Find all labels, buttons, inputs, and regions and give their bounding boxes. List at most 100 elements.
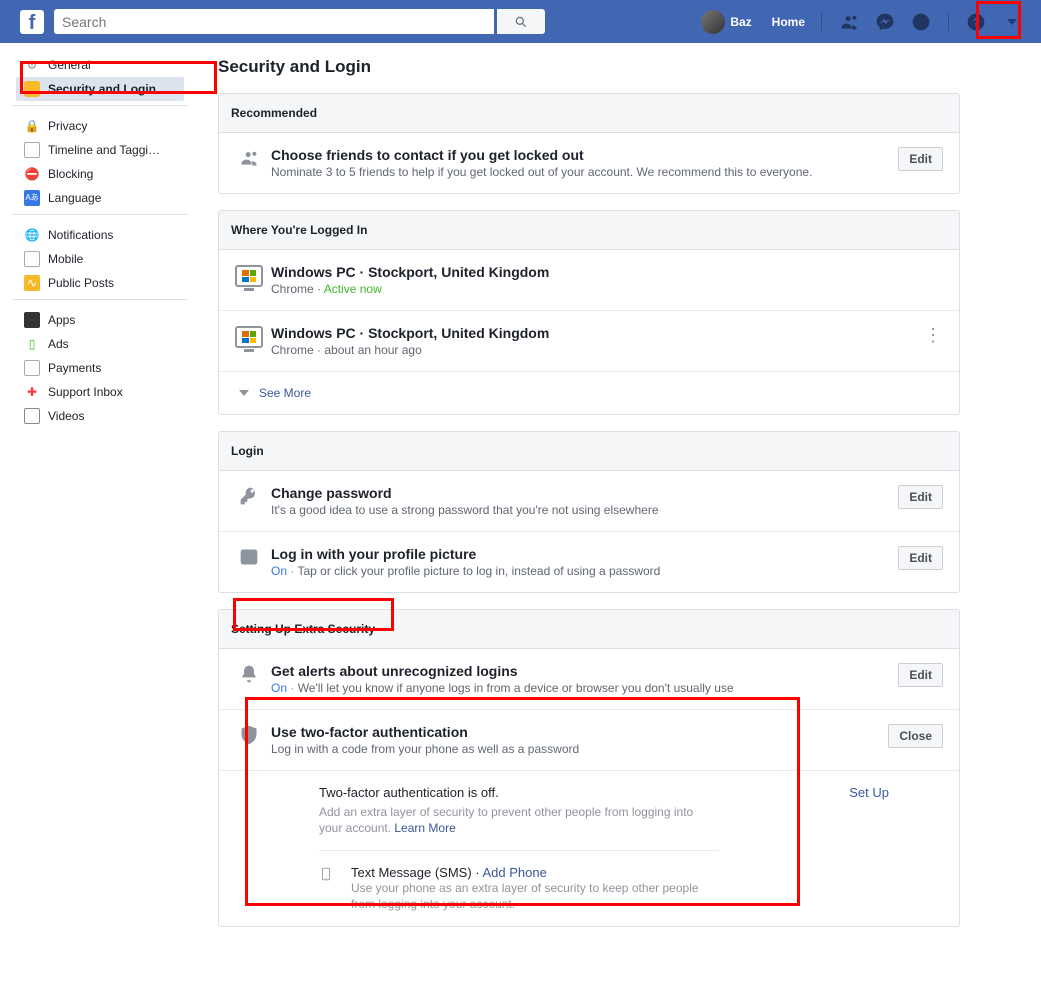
session-menu-button[interactable]: ⋮	[923, 325, 943, 346]
row-login-picture: Log in with your profile picture OnTap o…	[219, 532, 959, 592]
sidebar-item-label: Privacy	[48, 118, 87, 134]
apps-icon	[24, 312, 40, 328]
edit-button[interactable]: Edit	[898, 546, 943, 570]
setup-link[interactable]: Set Up	[849, 785, 889, 800]
row-title: Get alerts about unrecognized logins	[271, 663, 888, 679]
sidebar-item-mobile[interactable]: Mobile	[16, 247, 184, 271]
facebook-logo[interactable]: f	[20, 10, 44, 34]
section-extra-security: Setting Up Extra Security Get alerts abo…	[218, 609, 960, 927]
section-login: Login Change password It's a good idea t…	[218, 431, 960, 593]
account-dropdown-arrow[interactable]	[1001, 11, 1023, 33]
learn-more-link[interactable]: Learn More	[394, 821, 455, 835]
video-icon	[24, 408, 40, 424]
edit-button[interactable]: Edit	[898, 485, 943, 509]
row-sub: Nominate 3 to 5 friends to help if you g…	[271, 165, 888, 179]
section-header: Where You're Logged In	[219, 211, 959, 250]
twofa-status: Two-factor authentication is off.	[319, 785, 719, 800]
session-title: Windows PC · Stockport, United Kingdom	[271, 325, 913, 341]
sidebar-item-privacy[interactable]: 🔒 Privacy	[16, 114, 184, 138]
edit-button[interactable]: Edit	[898, 663, 943, 687]
sidebar-item-apps[interactable]: Apps	[16, 308, 184, 332]
edit-button[interactable]: Edit	[898, 147, 943, 171]
sidebar-item-payments[interactable]: Payments	[16, 356, 184, 380]
lifebuoy-icon: ✚	[24, 384, 40, 400]
search-wrap	[54, 9, 545, 34]
user-name: Baz	[730, 15, 751, 29]
sidebar-item-label: Blocking	[48, 166, 93, 182]
top-icons	[828, 11, 942, 33]
row-title: Choose friends to contact if you get loc…	[271, 147, 888, 163]
see-more-link[interactable]: See More	[235, 386, 311, 400]
search-input[interactable]	[54, 9, 494, 34]
shield-icon	[24, 81, 40, 97]
lock-icon: 🔒	[24, 118, 40, 134]
section-header: Setting Up Extra Security	[219, 610, 959, 649]
mobile-icon	[24, 251, 40, 267]
row-sub: Log in with a code from your phone as we…	[271, 742, 878, 756]
session-title: Windows PC · Stockport, United Kingdom	[271, 264, 943, 280]
sidebar-item-language[interactable]: AあLanguage	[16, 186, 184, 210]
messenger-icon[interactable]	[874, 11, 896, 33]
row-twofactor: Use two-factor authentication Log in wit…	[219, 710, 959, 926]
bell-icon	[235, 664, 263, 684]
sidebar-item-general[interactable]: ⚙ General	[16, 53, 184, 77]
help-icon[interactable]: ?	[965, 11, 987, 33]
section-sessions: Where You're Logged In Windows PC · Stoc…	[218, 210, 960, 415]
session-row: Windows PC · Stockport, United Kingdom C…	[219, 311, 959, 372]
row-title: Use two-factor authentication	[271, 724, 878, 740]
phone-icon	[319, 865, 341, 912]
row-change-password: Change password It's a good idea to use …	[219, 471, 959, 532]
friends-icon	[235, 148, 263, 168]
rss-icon: ∿	[24, 275, 40, 291]
block-icon: ⛔	[24, 166, 40, 182]
main-content: Security and Login Recommended Choose fr…	[200, 43, 1000, 983]
sidebar-item-label: Mobile	[48, 251, 83, 267]
key-icon	[235, 486, 263, 506]
sidebar-item-label: Apps	[48, 312, 75, 328]
twofa-desc: Add an extra layer of security to preven…	[319, 804, 719, 836]
row-alerts: Get alerts about unrecognized logins OnW…	[219, 649, 959, 710]
sidebar-item-label: Timeline and Taggi…	[48, 142, 160, 158]
notifications-globe-icon[interactable]	[910, 11, 932, 33]
card-icon	[24, 360, 40, 376]
twofa-sms-row: Text Message (SMS) · Add Phone Use your …	[319, 850, 719, 912]
sidebar-item-label: General	[48, 57, 91, 73]
session-sub: Chrome · about an hour ago	[271, 343, 913, 357]
gear-icon: ⚙	[24, 57, 40, 73]
search-button[interactable]	[497, 9, 545, 34]
ads-icon: ▯	[24, 336, 40, 352]
sidebar-item-security-login[interactable]: Security and Login	[16, 77, 184, 101]
sidebar-item-label: Notifications	[48, 227, 113, 243]
device-icon	[235, 265, 263, 287]
sidebar-item-videos[interactable]: Videos	[16, 404, 184, 428]
sidebar-item-support-inbox[interactable]: ✚ Support Inbox	[16, 380, 184, 404]
close-button[interactable]: Close	[888, 724, 943, 748]
chevron-down-icon	[1007, 19, 1017, 25]
sidebar-item-blocking[interactable]: ⛔ Blocking	[16, 162, 184, 186]
svg-text:?: ?	[973, 17, 980, 29]
session-sub: Chrome · Active now	[271, 282, 943, 296]
sidebar-item-notifications[interactable]: 🌐Notifications	[16, 223, 184, 247]
row-sub: OnWe'll let you know if anyone logs in f…	[271, 681, 888, 695]
sidebar-item-label: Support Inbox	[48, 384, 123, 400]
sidebar-item-public-posts[interactable]: ∿ Public Posts	[16, 271, 184, 295]
add-phone-link[interactable]: Add Phone	[483, 865, 547, 880]
section-header: Login	[219, 432, 959, 471]
sidebar-item-timeline[interactable]: Timeline and Taggi…	[16, 138, 184, 162]
home-link[interactable]: Home	[762, 0, 815, 43]
see-more-row: See More	[219, 372, 959, 414]
sms-title-line: Text Message (SMS) · Add Phone	[351, 865, 711, 880]
sidebar-item-label: Security and Login	[48, 81, 156, 97]
friend-requests-icon[interactable]	[838, 11, 860, 33]
content-wrap: ⚙ General Security and Login 🔒 Privacy Ti…	[0, 43, 1041, 983]
avatar	[701, 10, 725, 34]
sidebar-item-label: Public Posts	[48, 275, 114, 291]
picture-icon	[235, 547, 263, 567]
row-sub: It's a good idea to use a strong passwor…	[271, 503, 888, 517]
sidebar-item-ads[interactable]: ▯Ads	[16, 332, 184, 356]
page-title: Security and Login	[218, 53, 960, 93]
search-icon	[514, 15, 528, 29]
profile-link[interactable]: Baz	[691, 0, 761, 43]
shield-icon	[235, 725, 263, 745]
top-icons-2: ?	[955, 11, 1033, 33]
